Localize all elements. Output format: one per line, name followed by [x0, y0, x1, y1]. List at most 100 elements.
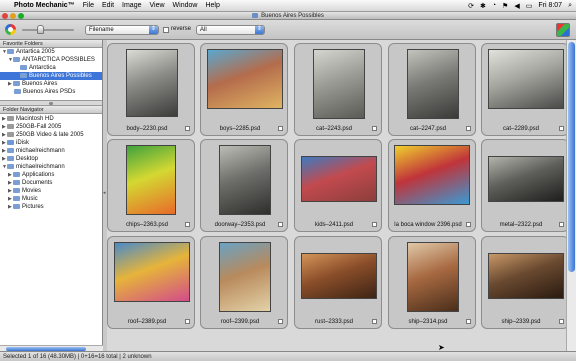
favorite-item[interactable]: ▼ ANTARCTICA POSSIBLES — [0, 56, 102, 64]
tag-checkbox[interactable] — [185, 319, 190, 324]
thumbnail-filename[interactable]: cat–2243.psd — [295, 126, 373, 132]
thumbnail-image[interactable] — [219, 145, 271, 215]
tag-checkbox[interactable] — [559, 126, 564, 131]
tag-checkbox[interactable] — [559, 222, 564, 227]
thumbnail-filename[interactable]: doorway–2353.psd — [201, 222, 279, 228]
thumbnail-image[interactable] — [313, 49, 365, 119]
thumbnail-cell[interactable]: cat–2289.psd — [481, 43, 569, 136]
menu-clock[interactable]: Fri 8:07 — [538, 2, 562, 9]
thumbnail-cell[interactable]: la boca window 2396.psd — [388, 139, 476, 232]
thumbnail-filename[interactable]: chips–2363.psd — [108, 222, 186, 228]
volume-icon[interactable]: ◀ — [514, 2, 519, 10]
scrollbar-thumb[interactable] — [568, 42, 575, 272]
thumbnail-filename[interactable]: cat–2289.psd — [482, 126, 560, 132]
thumbnail-cell[interactable]: metal–2322.psd — [481, 139, 569, 232]
thumbnail-cell[interactable]: roof–2399.psd — [200, 236, 288, 329]
navigator-item[interactable]: ▶ Pictures — [0, 203, 102, 211]
tag-checkbox[interactable] — [278, 319, 283, 324]
thumbnail-filename[interactable]: rust–2333.psd — [295, 319, 373, 325]
thumbnail-image[interactable] — [207, 49, 283, 109]
thumbnail-cell[interactable]: cat–2243.psd — [294, 43, 382, 136]
thumbnail-cell[interactable]: cat–2247.psd — [388, 43, 476, 136]
thumbnail-filename[interactable]: boys–2285.psd — [201, 126, 279, 132]
thumbnail-filename[interactable]: body–2230.psd — [108, 126, 186, 132]
navigator-item[interactable]: ▶ Desktop — [0, 155, 102, 163]
navigator-item[interactable]: ▶ 250GB Video & late 2005 — [0, 131, 102, 139]
navigator-item[interactable]: ▶ 250GB-Fall 2005 — [0, 123, 102, 131]
menu-help[interactable]: Help — [205, 2, 219, 9]
slider-knob[interactable] — [37, 25, 44, 34]
menu-file[interactable]: File — [83, 2, 94, 9]
favorite-item[interactable]: Antarctica — [0, 64, 102, 72]
thumbnail-image[interactable] — [301, 253, 377, 299]
thumbnail-image[interactable] — [301, 156, 377, 202]
bluetooth-icon[interactable]: ✱ — [480, 2, 486, 10]
tag-checkbox[interactable] — [185, 222, 190, 227]
menu-edit[interactable]: Edit — [102, 2, 114, 9]
thumbnail-cell[interactable]: boys–2285.psd — [200, 43, 288, 136]
navigator-item[interactable]: ▶ michaelreichmann — [0, 147, 102, 155]
favorite-item[interactable]: Buenos Aires PSDs — [0, 88, 102, 96]
color-class-icon[interactable] — [556, 23, 570, 37]
thumbnail-cell[interactable]: doorway–2353.psd — [200, 139, 288, 232]
menu-app-name[interactable]: Photo Mechanic™ — [14, 2, 75, 9]
thumbnail-image[interactable] — [394, 145, 470, 205]
thumbnail-filename[interactable]: roof–2389.psd — [108, 319, 186, 325]
navigator-item[interactable]: ▶ iDisk — [0, 139, 102, 147]
thumbnail-image[interactable] — [488, 49, 564, 109]
thumbnail-image[interactable] — [114, 242, 190, 302]
filter-select[interactable]: All — [196, 25, 265, 35]
menu-view[interactable]: View — [150, 2, 165, 9]
favorite-item[interactable]: ▶ Buenos Aires — [0, 80, 102, 88]
navigator-item[interactable]: ▶ Movies — [0, 187, 102, 195]
navigator-item[interactable]: ▶ Documents — [0, 179, 102, 187]
tag-checkbox[interactable] — [278, 222, 283, 227]
thumbnail-image[interactable] — [126, 145, 176, 215]
color-wheel-icon[interactable] — [5, 24, 16, 35]
thumbnail-filename[interactable]: metal–2322.psd — [482, 222, 560, 228]
tag-checkbox[interactable] — [372, 222, 377, 227]
battery-icon[interactable]: ▭ — [526, 2, 533, 10]
thumbnail-cell[interactable]: kids–2411.psd — [294, 139, 382, 232]
favorite-item[interactable]: ▼ Antartica 2005 — [0, 48, 102, 56]
tag-checkbox[interactable] — [466, 319, 471, 324]
thumbnail-image[interactable] — [407, 242, 459, 312]
sync-icon[interactable]: ⟳ — [468, 2, 474, 10]
thumbnail-cell[interactable]: chips–2363.psd — [107, 139, 195, 232]
vertical-scrollbar[interactable] — [566, 40, 576, 351]
thumbnail-cell[interactable]: ship–2314.psd — [388, 236, 476, 329]
thumbnail-filename[interactable]: ship–2339.psd — [482, 319, 560, 325]
tag-checkbox[interactable] — [372, 319, 377, 324]
thumbnail-filename[interactable]: cat–2247.psd — [389, 126, 467, 132]
navigator-item[interactable]: ▶ Music — [0, 195, 102, 203]
thumbnail-image[interactable] — [488, 253, 564, 299]
thumbnail-cell[interactable]: roof–2389.psd — [107, 236, 195, 329]
tag-checkbox[interactable] — [372, 126, 377, 131]
thumbnail-cell[interactable]: rust–2333.psd — [294, 236, 382, 329]
reverse-checkbox[interactable] — [163, 27, 169, 33]
thumbnail-filename[interactable]: kids–2411.psd — [295, 222, 373, 228]
minimize-icon[interactable] — [10, 13, 16, 19]
thumbnail-filename[interactable]: la boca window 2396.psd — [389, 222, 467, 228]
navigator-item[interactable]: ▼ michaelreichmann — [0, 163, 102, 171]
thumbnail-image[interactable] — [219, 242, 271, 312]
tag-checkbox[interactable] — [185, 126, 190, 131]
tag-checkbox[interactable] — [559, 319, 564, 324]
thumbnail-cell[interactable]: body–2230.psd — [107, 43, 195, 136]
navigator-item[interactable]: ▶ Applications — [0, 171, 102, 179]
sort-select[interactable]: Filename — [85, 25, 159, 35]
thumbnail-image[interactable] — [407, 49, 459, 119]
spotlight-icon[interactable]: ⌕ — [568, 2, 572, 10]
close-icon[interactable] — [2, 13, 8, 19]
tag-checkbox[interactable] — [278, 126, 283, 131]
tag-checkbox[interactable] — [466, 222, 471, 227]
thumbnail-image[interactable] — [126, 49, 178, 117]
thumbnail-cell[interactable]: ship–2339.psd — [481, 236, 569, 329]
thumbnail-filename[interactable]: roof–2399.psd — [201, 319, 279, 325]
thumbnail-size-slider[interactable] — [22, 29, 74, 31]
menu-image[interactable]: Image — [122, 2, 141, 9]
airport-icon[interactable]: ◔ — [492, 2, 496, 9]
navigator-item[interactable]: ▶ Macintosh HD — [0, 115, 102, 123]
zoom-icon[interactable] — [18, 13, 24, 19]
thumbnail-image[interactable] — [488, 156, 564, 202]
